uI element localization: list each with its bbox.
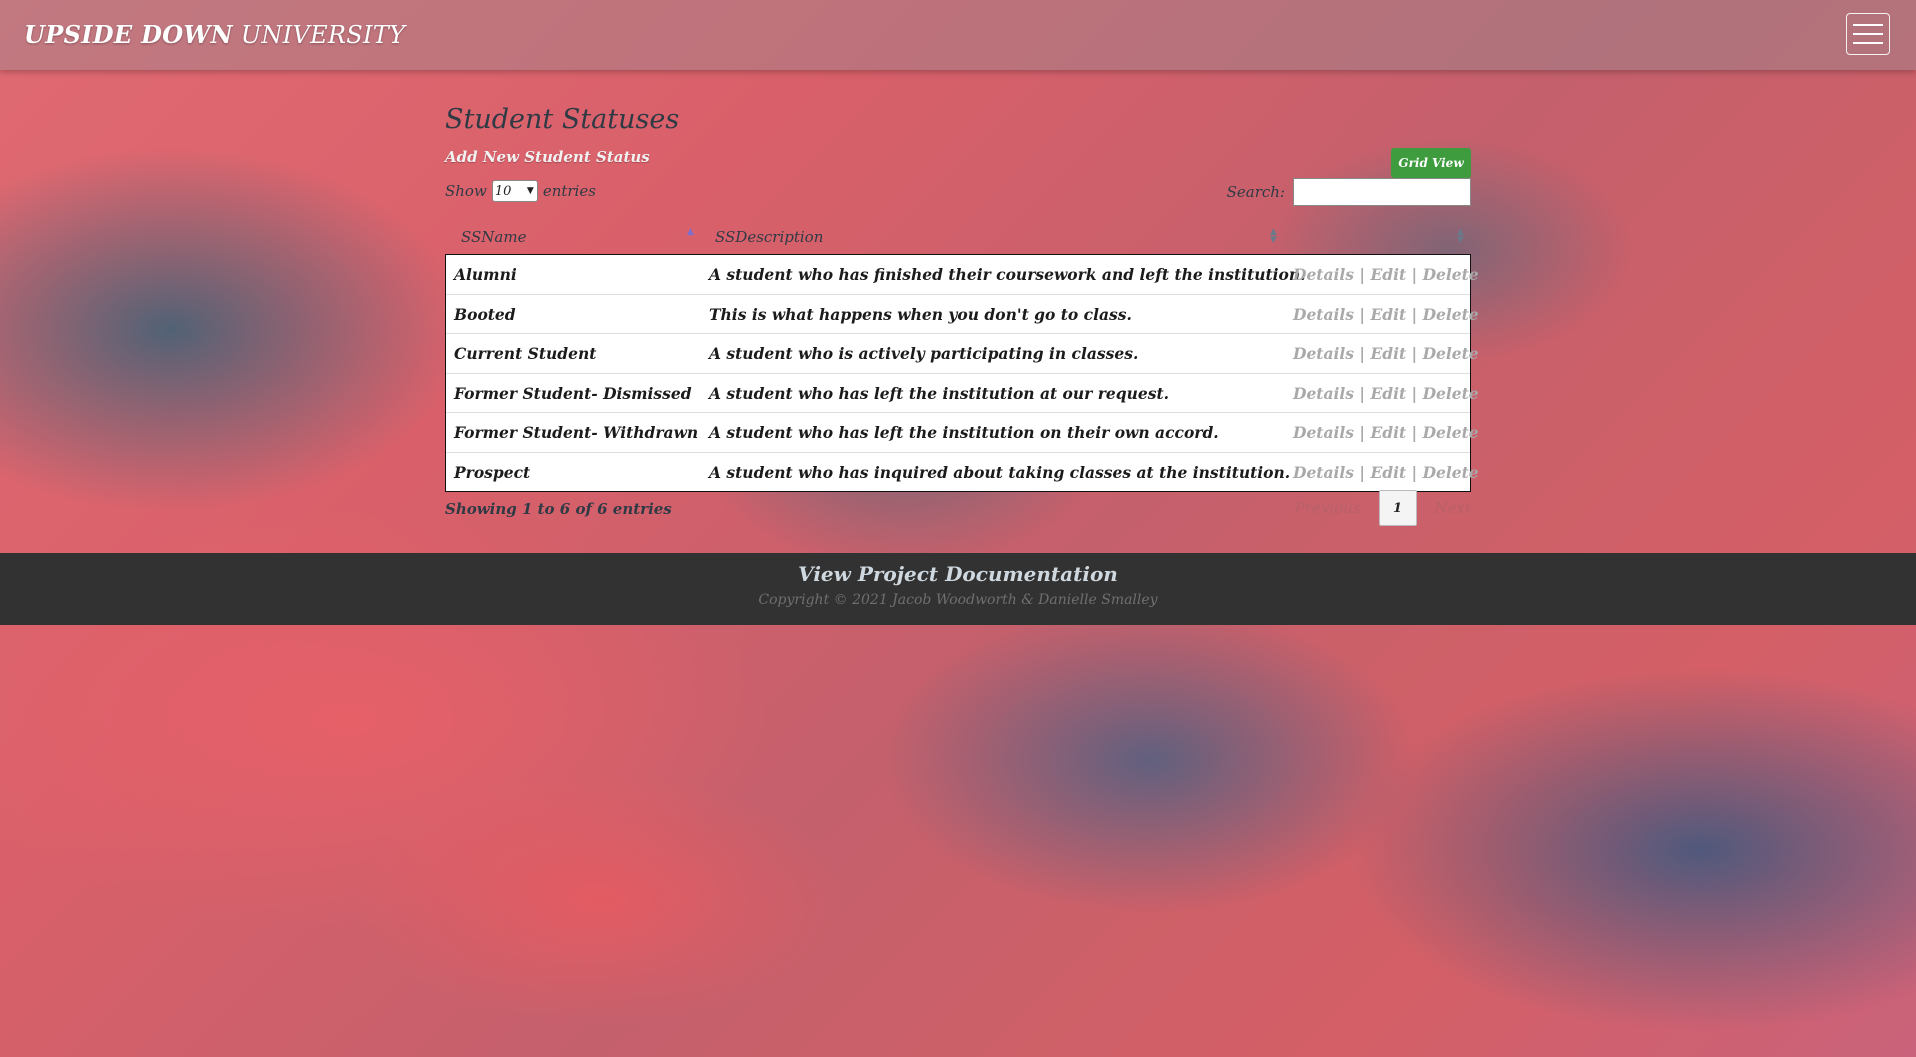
delete-link[interactable]: Delete bbox=[1423, 305, 1479, 324]
hamburger-icon-bar bbox=[1853, 24, 1883, 26]
row-actions: Details | Edit | Delete bbox=[1293, 383, 1479, 403]
cell-ssdescription: A student who is actively participating … bbox=[709, 344, 1139, 363]
brand-link[interactable]: UPSIDE DOWN UNIVERSITY bbox=[24, 20, 405, 49]
table-row: Alumni A student who has finished their … bbox=[446, 255, 1479, 295]
edit-link[interactable]: Edit bbox=[1370, 344, 1406, 363]
details-link[interactable]: Details bbox=[1293, 265, 1354, 284]
cell-ssdescription: A student who has finished their coursew… bbox=[709, 265, 1306, 284]
edit-link[interactable]: Edit bbox=[1370, 265, 1406, 284]
page-title: Student Statuses bbox=[445, 104, 680, 135]
delete-link[interactable]: Delete bbox=[1423, 265, 1479, 284]
table-row: Current Student A student who is activel… bbox=[446, 334, 1479, 374]
entries-select-value: 10 bbox=[494, 183, 512, 199]
edit-link[interactable]: Edit bbox=[1370, 305, 1406, 324]
details-link[interactable]: Details bbox=[1293, 463, 1354, 482]
delete-link[interactable]: Delete bbox=[1423, 463, 1479, 482]
details-link[interactable]: Details bbox=[1293, 384, 1354, 403]
main-content: Student Statuses Add New Student Status … bbox=[445, 104, 1479, 526]
cell-ssname: Current Student bbox=[454, 344, 597, 363]
details-link[interactable]: Details bbox=[1293, 423, 1354, 442]
search-label: Search: bbox=[1226, 183, 1285, 201]
entries-label: entries bbox=[542, 182, 596, 200]
cell-ssname: Former Student- Dismissed bbox=[454, 383, 692, 403]
entries-select[interactable]: 10 ▼ bbox=[491, 180, 538, 202]
table-body: Alumni A student who has finished their … bbox=[445, 254, 1479, 492]
column-header-ssname[interactable]: SSName bbox=[461, 228, 526, 246]
edit-link[interactable]: Edit bbox=[1370, 423, 1406, 442]
row-actions: Details | Edit | Delete bbox=[1293, 304, 1479, 324]
entries-length-control: Show 10 ▼ entries bbox=[445, 180, 596, 202]
copyright-text: Copyright © 2021 Jacob Woodworth & Danie… bbox=[758, 592, 1158, 608]
delete-link[interactable]: Delete bbox=[1423, 384, 1479, 403]
search-control: Search: bbox=[1227, 178, 1471, 206]
brand-bold: UPSIDE DOWN bbox=[24, 20, 233, 49]
cell-ssdescription: This is what happens when you don't go t… bbox=[709, 304, 1132, 324]
row-actions: Details | Edit | Delete bbox=[1293, 344, 1479, 363]
cell-ssdescription: A student who has left the institution a… bbox=[709, 383, 1170, 403]
table-row: Former Student- Withdrawn A student who … bbox=[446, 413, 1479, 453]
edit-link[interactable]: Edit bbox=[1370, 463, 1406, 482]
navbar: UPSIDE DOWN UNIVERSITY bbox=[0, 0, 1916, 70]
edit-link[interactable]: Edit bbox=[1370, 384, 1406, 403]
show-label: Show bbox=[445, 182, 487, 200]
row-actions: Details | Edit | Delete bbox=[1293, 423, 1479, 442]
documentation-link[interactable]: View Project Documentation bbox=[0, 562, 1916, 586]
hamburger-icon-bar bbox=[1853, 33, 1883, 35]
chevron-down-icon: ▼ bbox=[526, 186, 534, 196]
cell-ssdescription: A student who has inquired about taking … bbox=[709, 462, 1291, 482]
pagination: Previous 1 Next bbox=[1295, 490, 1471, 526]
cell-ssdescription: A student who has left the institution o… bbox=[709, 423, 1219, 442]
table-info: Showing 1 to 6 of 6 entries bbox=[445, 500, 672, 518]
details-link[interactable]: Details bbox=[1293, 305, 1354, 324]
cell-ssname: Booted bbox=[454, 304, 516, 324]
table-row: Booted This is what happens when you don… bbox=[446, 295, 1479, 334]
delete-link[interactable]: Delete bbox=[1423, 344, 1479, 363]
menu-toggle-button[interactable] bbox=[1846, 13, 1890, 55]
footer: View Project Documentation Copyright © 2… bbox=[0, 553, 1916, 625]
table-row: Prospect A student who has inquired abou… bbox=[446, 453, 1479, 492]
sort-both-icon[interactable]: ▲ ▼ bbox=[1457, 228, 1464, 245]
page-1-button[interactable]: 1 bbox=[1378, 490, 1417, 526]
sort-both-icon[interactable]: ▲ ▼ bbox=[1270, 228, 1277, 245]
cell-ssname: Alumni bbox=[454, 265, 517, 284]
cell-ssname: Former Student- Withdrawn bbox=[454, 423, 699, 442]
cell-ssname: Prospect bbox=[454, 462, 531, 482]
previous-page-button[interactable]: Previous bbox=[1295, 499, 1361, 517]
grid-view-button[interactable]: Grid View bbox=[1391, 148, 1471, 178]
sort-asc-icon: ▲ bbox=[687, 227, 694, 237]
row-actions: Details | Edit | Delete bbox=[1293, 265, 1479, 284]
row-actions: Details | Edit | Delete bbox=[1293, 462, 1479, 482]
column-header-ssdescription[interactable]: SSDescription bbox=[715, 228, 823, 246]
brand-rest: UNIVERSITY bbox=[232, 21, 406, 49]
next-page-button[interactable]: Next bbox=[1435, 499, 1472, 517]
table-row: Former Student- Dismissed A student who … bbox=[446, 374, 1479, 413]
add-status-link[interactable]: Add New Student Status bbox=[445, 148, 650, 166]
search-input[interactable] bbox=[1293, 178, 1471, 206]
hamburger-icon-bar bbox=[1853, 42, 1883, 44]
details-link[interactable]: Details bbox=[1293, 344, 1354, 363]
table-header: SSName ▲ SSDescription ▲ ▼ ▲ ▼ bbox=[445, 220, 1471, 254]
delete-link[interactable]: Delete bbox=[1423, 423, 1479, 442]
